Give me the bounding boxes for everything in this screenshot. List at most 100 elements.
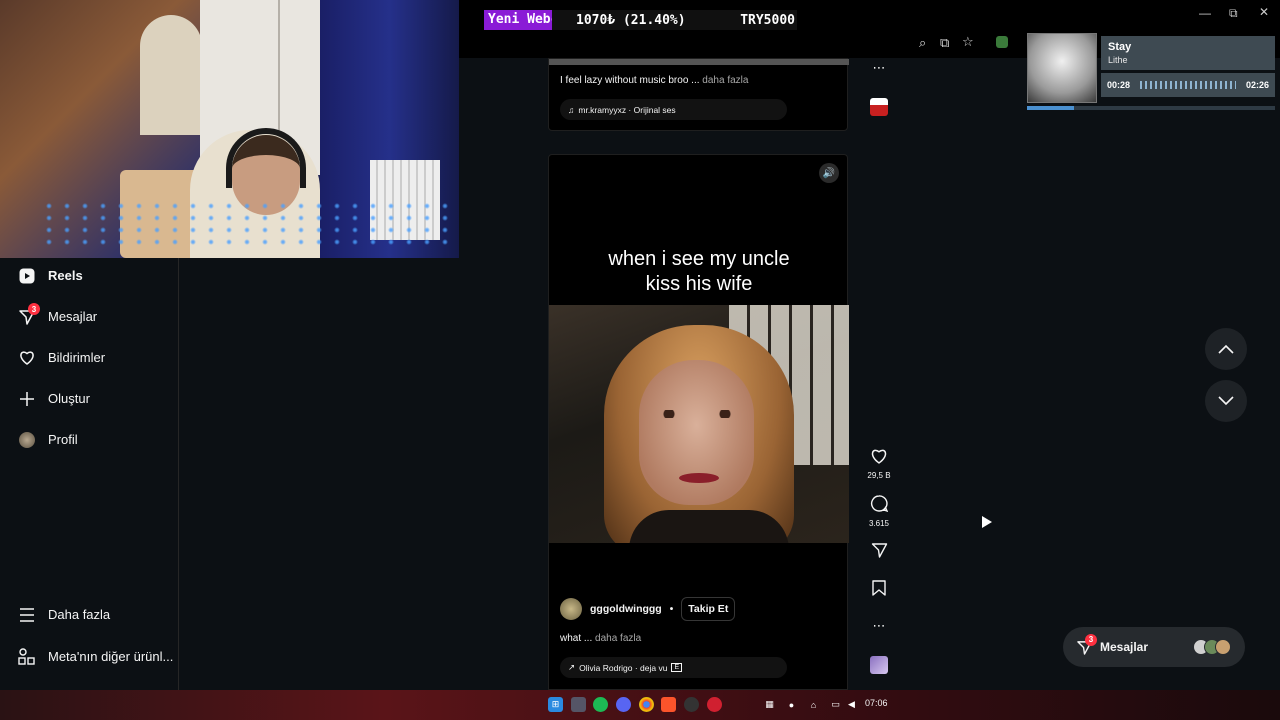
webcam-overlay (0, 0, 459, 258)
cast-icon[interactable]: ⧉ (940, 35, 949, 51)
heart-icon (18, 349, 35, 366)
tray-icon[interactable]: ⌂ (806, 697, 821, 712)
album-art (1027, 33, 1097, 103)
bookmark-icon (872, 580, 886, 596)
sidebar-item-more[interactable]: Daha fazla (18, 606, 110, 623)
sidebar-item-label: Profil (48, 432, 78, 447)
comment-icon (870, 495, 889, 513)
audio-thumbnail[interactable] (870, 98, 888, 116)
more-options-icon[interactable]: ⋯ (869, 60, 889, 76)
reels-icon (18, 267, 35, 284)
audio-pill[interactable]: ♫ mr.kramyyxz · Orijinal ses (560, 99, 787, 120)
messages-badge: 3 (1085, 633, 1097, 646)
comment-count: 3.615 (868, 519, 890, 528)
more-link[interactable]: daha fazla (595, 633, 641, 644)
menu-icon (18, 606, 35, 623)
start-icon[interactable]: ⊞ (548, 697, 563, 712)
elapsed-time: 00:28 (1107, 80, 1131, 90)
display-icon[interactable]: ▭ (828, 697, 843, 712)
ticker-goal: TRY5000 (740, 12, 795, 28)
next-reel-button[interactable] (1205, 380, 1247, 422)
ticker-gold: 1070₺ (21.40%) (576, 12, 686, 28)
tray-icon[interactable]: ● (784, 697, 799, 712)
share-button[interactable] (869, 542, 889, 563)
sidebar-item-messages[interactable]: 3 Mesajlar (18, 303, 98, 325)
sidebar-item-label: Bildirimler (48, 350, 106, 365)
sidebar-item-label: Reels (48, 268, 83, 283)
sidebar-item-create[interactable]: Oluştur (18, 390, 90, 407)
star-icon[interactable]: ☆ (962, 34, 974, 50)
messages-pill[interactable]: 3 Mesajlar (1063, 627, 1245, 667)
explicit-badge: E (671, 663, 683, 672)
mouse-cursor (982, 516, 992, 528)
previous-reel: I feel lazy without music broo ... daha … (548, 58, 849, 131)
volume-icon[interactable]: 🔊 (819, 163, 839, 183)
chevron-up-icon (1218, 344, 1234, 354)
track-timeline: 00:28 02:26 (1101, 73, 1275, 97)
audio-thumbnail[interactable] (870, 656, 888, 674)
restore-icon[interactable]: ⧉ (1229, 6, 1238, 21)
track-title: Stay (1108, 41, 1132, 53)
brave-icon[interactable] (661, 697, 676, 712)
like-button[interactable]: 29,5 B (867, 448, 891, 480)
more-link[interactable]: daha fazla (702, 75, 748, 86)
stream-ticker: Yeni Webcam 1070₺ (21.40%) TRY5000 (484, 10, 797, 30)
track-progress-bar (1027, 106, 1275, 110)
taskbar-clock: 07:06 (865, 698, 888, 708)
extension-icon[interactable] (996, 36, 1008, 48)
sidebar-item-meta-apps[interactable]: Meta'nın diğer ürünl... (18, 648, 173, 665)
ticker-name: Yeni Webcam (484, 10, 552, 30)
music-note-icon: ♫ (568, 104, 575, 115)
minimize-icon[interactable]: — (1199, 6, 1211, 20)
previous-reel-button[interactable] (1205, 328, 1247, 370)
follow-button[interactable]: Takip Et (681, 597, 736, 621)
sidebar-item-label: Mesajlar (48, 309, 98, 324)
comment-button[interactable]: 3.615 (869, 495, 889, 528)
total-time: 02:26 (1245, 80, 1269, 90)
sidebar-item-notifications[interactable]: Bildirimler (18, 349, 105, 366)
volume-icon[interactable]: ◀ (844, 697, 859, 712)
reel-caption: what ... daha fazla (560, 633, 642, 644)
more-options-icon[interactable]: ⋯ (869, 618, 889, 634)
messages-badge: 3 (28, 303, 40, 315)
track-artist: Lithe (1108, 55, 1128, 65)
discord-icon[interactable] (616, 697, 631, 712)
heart-icon (871, 449, 887, 464)
spotify-icon[interactable] (593, 697, 608, 712)
reel-post: 🔊 when i see my uncle kiss his wife gggo… (548, 154, 849, 690)
taskbar-app-icon[interactable] (571, 697, 586, 712)
waveform (1140, 81, 1236, 89)
author-row: gggoldwinggg • Takip Et (560, 597, 736, 621)
github-icon[interactable] (684, 697, 699, 712)
chevron-down-icon (1218, 396, 1234, 406)
meta-apps-icon (18, 648, 35, 665)
taskbar-app-icon[interactable] (707, 697, 722, 712)
reel-video[interactable] (549, 305, 849, 543)
audio-pill[interactable]: ↗ Olivia Rodrigo · deja vu E (560, 657, 787, 678)
reel-overlay-text: when i see my uncle kiss his wife (608, 248, 790, 295)
save-button[interactable] (869, 580, 889, 601)
messages-pill-label: Mesajlar (1100, 640, 1149, 654)
sidebar-item-label: Meta'nın diğer ürünl... (48, 649, 174, 664)
sidebar-item-reels[interactable]: Reels (18, 267, 83, 284)
like-count: 29,5 B (867, 471, 891, 480)
sidebar-item-profile[interactable]: Profil (18, 431, 78, 448)
avatar (18, 431, 35, 448)
plus-icon (18, 390, 35, 407)
messenger-icon: 3 (1077, 633, 1097, 655)
chrome-icon[interactable] (639, 697, 654, 712)
close-icon[interactable]: ✕ (1259, 5, 1269, 19)
sidebar-item-label: Daha fazla (48, 607, 111, 622)
zoom-icon[interactable]: ⌕ (919, 35, 926, 51)
send-icon (871, 543, 887, 558)
qr-icon[interactable]: ▦ (762, 697, 777, 712)
now-playing-widget: Stay Lithe 00:28 02:26 (1027, 33, 1275, 111)
reel-caption: I feel lazy without music broo ... daha … (560, 75, 749, 86)
track-info: Stay Lithe (1101, 36, 1275, 70)
sidebar-item-label: Oluştur (48, 391, 90, 406)
messenger-icon: 3 (18, 303, 40, 325)
author-username[interactable]: gggoldwinggg (590, 603, 662, 615)
arrow-up-right-icon: ↗ (568, 662, 576, 672)
author-avatar[interactable] (560, 598, 582, 620)
avatar (1215, 639, 1231, 655)
